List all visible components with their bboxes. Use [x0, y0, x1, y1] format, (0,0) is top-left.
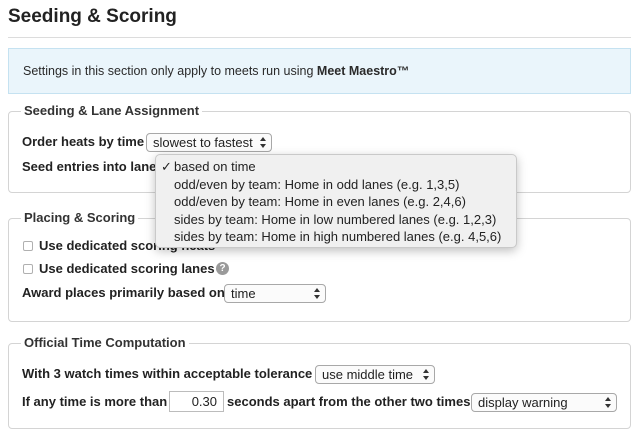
time-diff-label-before: If any time is more than — [22, 394, 168, 409]
award-places-value: time — [231, 286, 256, 301]
seed-option-label: odd/even by team: Home in even lanes (e.… — [174, 194, 466, 209]
notice-product-name: Meet Maestro™ — [316, 64, 410, 78]
watch-times-label: With 3 watch times within acceptable tol… — [22, 366, 313, 381]
watch-times-value: use middle time — [322, 367, 414, 382]
seed-option-even-lanes[interactable]: odd/even by team: Home in even lanes (e.… — [156, 193, 516, 211]
seed-option-low-lanes[interactable]: sides by team: Home in low numbered lane… — [156, 211, 516, 229]
seed-option-label: sides by team: Home in low numbered lane… — [174, 211, 497, 227]
seed-option-odd-lanes[interactable]: odd/even by team: Home in odd lanes (e.g… — [156, 176, 516, 194]
seed-option-label: based on time — [174, 159, 256, 174]
seed-option-label: odd/even by team: Home in odd lanes (e.g… — [174, 176, 460, 192]
order-heats-value: slowest to fastest — [153, 135, 253, 150]
award-places-label: Award places primarily based on — [22, 285, 225, 300]
placing-legend: Placing & Scoring — [21, 210, 139, 226]
title-divider — [8, 37, 631, 38]
seed-option-based-on-time[interactable]: ✓ based on time — [156, 158, 516, 176]
seed-option-label: sides by team: Home in high numbered lan… — [174, 229, 502, 244]
time-diff-action-select[interactable]: display warning — [471, 393, 617, 412]
official-time-legend: Official Time Computation — [21, 335, 189, 351]
seed-entries-label: Seed entries into lanes — [22, 159, 164, 174]
watch-times-select[interactable]: use middle time — [315, 365, 435, 384]
order-heats-select[interactable]: slowest to fastest — [146, 133, 272, 152]
time-diff-label-after: seconds apart from the other two times — [227, 394, 471, 409]
seed-lanes-dropdown-menu[interactable]: ✓ based on time odd/even by team: Home i… — [155, 154, 517, 248]
select-arrows-icon — [314, 288, 321, 299]
seeding-legend: Seeding & Lane Assignment — [21, 103, 203, 119]
info-notice: Settings in this section only apply to m… — [8, 48, 631, 94]
time-diff-input[interactable]: 0.30 — [169, 391, 224, 412]
award-places-select[interactable]: time — [224, 284, 326, 303]
page-title: Seeding & Scoring — [8, 6, 177, 27]
scoring-lanes-label: Use dedicated scoring lanes — [39, 261, 215, 276]
scoring-heats-checkbox[interactable] — [23, 241, 33, 251]
select-arrows-icon — [260, 137, 267, 148]
time-diff-action-value: display warning — [478, 395, 568, 410]
seed-option-high-lanes[interactable]: sides by team: Home in high numbered lan… — [156, 228, 516, 246]
scoring-lanes-checkbox[interactable] — [23, 264, 33, 274]
checkmark-icon: ✓ — [161, 159, 172, 174]
help-icon[interactable]: ? — [216, 262, 229, 275]
order-heats-label: Order heats by time — [22, 134, 145, 149]
notice-text: Settings in this section only apply to m… — [23, 64, 317, 78]
select-arrows-icon — [605, 397, 612, 408]
select-arrows-icon — [423, 369, 430, 380]
official-time-fieldset: Official Time Computation With 3 watch t… — [8, 335, 631, 429]
